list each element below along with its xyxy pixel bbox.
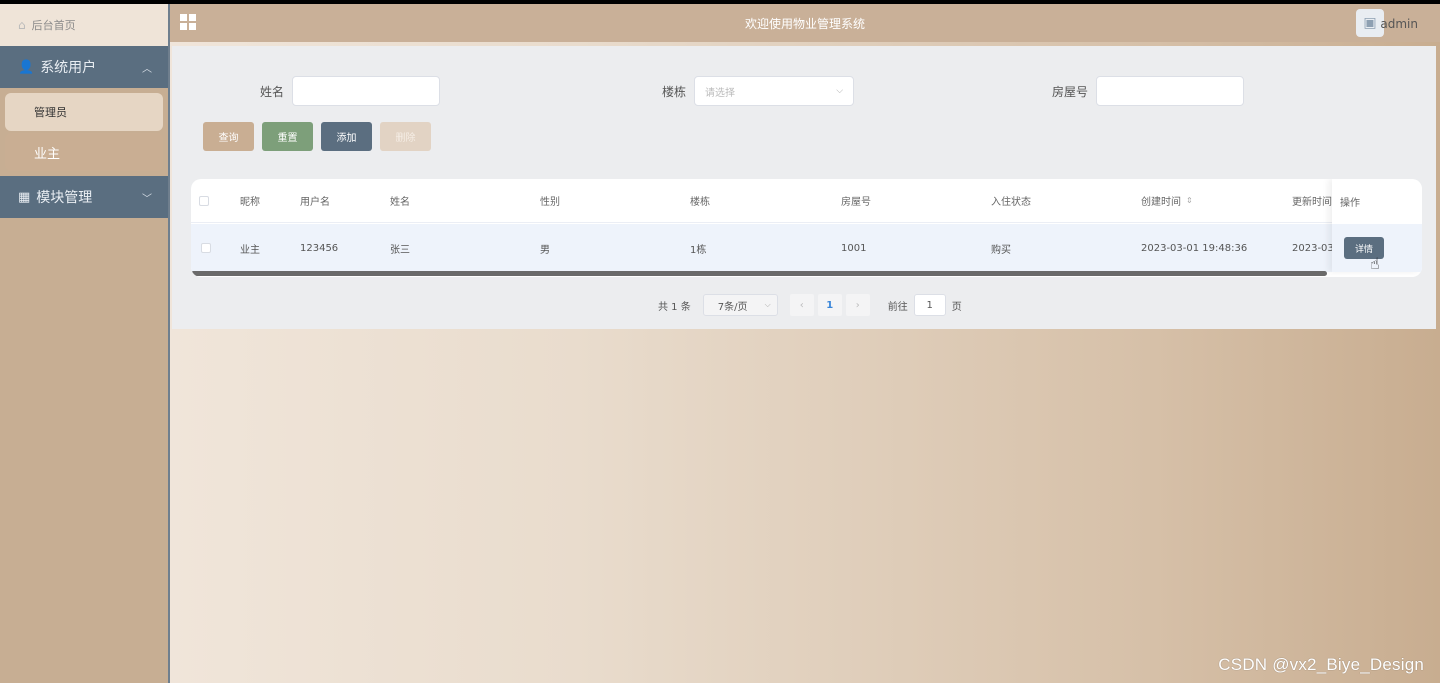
cell-room: 1001 bbox=[841, 242, 867, 254]
row-checkbox[interactable] bbox=[201, 224, 211, 272]
name-label: 姓名 bbox=[260, 84, 285, 99]
watermark: CSDN @vx2_Biye_Design bbox=[1218, 655, 1424, 674]
chevron-down-icon: ﹀ bbox=[142, 193, 152, 205]
column-header-sortable[interactable]: 创建时间 ⇕ bbox=[1141, 179, 1193, 222]
cell-building: 1栋 bbox=[690, 244, 707, 256]
chevron-down-icon: ⌵ bbox=[836, 86, 844, 96]
sidebar-group-label: 系统用户 bbox=[40, 60, 97, 76]
user-icon: 👤 bbox=[18, 59, 35, 75]
column-header-label: 创建时间 bbox=[1141, 197, 1181, 208]
cell-name: 张三 bbox=[390, 244, 410, 256]
home-icon: ⌂ bbox=[18, 18, 26, 32]
column-header: 入住状态 bbox=[991, 197, 1031, 208]
search-form: 姓名 楼栋 请选择 ⌵ 房屋号 bbox=[172, 76, 1436, 106]
sidebar-item-label: 后台首页 bbox=[31, 19, 76, 32]
building-field-group: 楼栋 请选择 ⌵ bbox=[662, 76, 855, 106]
next-page-button[interactable]: › bbox=[845, 294, 870, 316]
column-header: 房屋号 bbox=[841, 197, 871, 208]
goto-page-input[interactable]: 1 bbox=[913, 294, 946, 316]
operation-cell: 详情 ☝ bbox=[1332, 224, 1422, 273]
hand-cursor-icon: ☝ bbox=[1370, 254, 1380, 273]
page-size-value: 7条/页 bbox=[717, 301, 748, 313]
column-header: 楼栋 bbox=[690, 197, 710, 208]
data-table: 昵称 用户名 姓名 性别 楼栋 房屋号 入住状态 创建时间 ⇕ 更新时间 业主 … bbox=[191, 179, 1422, 277]
sidebar-item-owner[interactable]: 业主 bbox=[5, 133, 163, 171]
image-icon: ▣ bbox=[1363, 15, 1377, 31]
chevron-left-icon: ‹ bbox=[799, 299, 804, 311]
page-title: 欢迎使用物业管理系统 bbox=[744, 17, 865, 31]
cell-gender: 男 bbox=[540, 244, 550, 256]
column-header: 操作 bbox=[1340, 197, 1360, 209]
cell-status: 购买 bbox=[991, 244, 1011, 256]
chevron-up-icon: ︿ bbox=[142, 63, 152, 75]
sidebar: ⌂ 后台首页 👤 系统用户 ︿ 管理员 业主 ▦ 模块管理 ﹀ bbox=[0, 4, 170, 683]
goto-label: 前往 bbox=[887, 301, 908, 313]
operation-column: 操作 详情 ☝ bbox=[1332, 179, 1422, 273]
building-select[interactable]: 请选择 ⌵ bbox=[694, 76, 855, 106]
sort-icon[interactable]: ⇕ bbox=[1186, 196, 1193, 205]
select-all-checkbox[interactable] bbox=[199, 179, 209, 222]
chevron-right-icon: › bbox=[855, 299, 860, 311]
main-panel: 姓名 楼栋 请选择 ⌵ 房屋号 查询 重置 添加 删除 昵称 用户名 姓名 性别… bbox=[172, 46, 1436, 329]
app-window: ⌂ 后台首页 👤 系统用户 ︿ 管理员 业主 ▦ 模块管理 ﹀ 欢迎使用物业管理… bbox=[0, 4, 1440, 683]
page-size-select[interactable]: 7条/页 ⌵ bbox=[702, 294, 778, 316]
column-header: 姓名 bbox=[390, 197, 410, 208]
top-bar: 欢迎使用物业管理系统 ▣ admin bbox=[170, 4, 1440, 42]
pagination-total: 共 1 条 bbox=[658, 301, 691, 313]
username[interactable]: admin bbox=[1380, 17, 1418, 31]
building-label: 楼栋 bbox=[662, 84, 687, 99]
room-field-group: 房屋号 bbox=[1052, 76, 1245, 106]
column-header: 用户名 bbox=[300, 197, 330, 208]
add-button[interactable]: 添加 bbox=[321, 122, 372, 151]
chevron-down-icon: ⌵ bbox=[764, 300, 771, 309]
page-number[interactable]: 1 bbox=[817, 294, 842, 316]
reset-button[interactable]: 重置 bbox=[262, 122, 313, 151]
cell-nickname: 业主 bbox=[240, 244, 260, 256]
sidebar-item-label: 业主 bbox=[34, 146, 61, 162]
table-row: 业主 123456 张三 男 1栋 1001 购买 2023-03-01 19:… bbox=[191, 224, 1422, 272]
name-input[interactable] bbox=[292, 76, 441, 106]
cell-username: 123456 bbox=[300, 242, 339, 254]
column-header: 昵称 bbox=[240, 197, 260, 208]
grid-icon: ▦ bbox=[18, 189, 31, 205]
sidebar-group-module-management[interactable]: ▦ 模块管理 ﹀ bbox=[0, 176, 168, 218]
prev-page-button[interactable]: ‹ bbox=[789, 294, 814, 316]
sidebar-item-home[interactable]: ⌂ 后台首页 bbox=[0, 4, 168, 46]
column-header: 更新时间 bbox=[1292, 197, 1332, 208]
action-buttons: 查询 重置 添加 删除 bbox=[203, 122, 431, 151]
cell-created: 2023-03-01 19:48:36 bbox=[1141, 242, 1248, 254]
query-button[interactable]: 查询 bbox=[203, 122, 254, 151]
building-placeholder: 请选择 bbox=[705, 87, 736, 99]
pagination: 共 1 条 7条/页 ⌵ ‹ 1 › 前往 1 页 bbox=[658, 294, 962, 316]
sidebar-submenu: 管理员 业主 bbox=[0, 88, 168, 176]
delete-button[interactable]: 删除 bbox=[380, 122, 431, 151]
sidebar-group-system-users[interactable]: 👤 系统用户 ︿ bbox=[0, 46, 168, 88]
room-input[interactable] bbox=[1096, 76, 1245, 106]
horizontal-scrollbar[interactable] bbox=[191, 271, 1327, 276]
page-suffix: 页 bbox=[951, 301, 962, 313]
sidebar-item-label: 管理员 bbox=[34, 106, 67, 119]
name-field-group: 姓名 bbox=[260, 76, 441, 106]
table-header: 昵称 用户名 姓名 性别 楼栋 房屋号 入住状态 创建时间 ⇕ 更新时间 bbox=[191, 179, 1422, 223]
sidebar-item-admin[interactable]: 管理员 bbox=[5, 93, 163, 131]
room-label: 房屋号 bbox=[1052, 84, 1089, 99]
column-header: 性别 bbox=[540, 197, 560, 208]
sidebar-group-label: 模块管理 bbox=[36, 190, 93, 206]
cell-updated: 2023-03 bbox=[1292, 242, 1334, 254]
